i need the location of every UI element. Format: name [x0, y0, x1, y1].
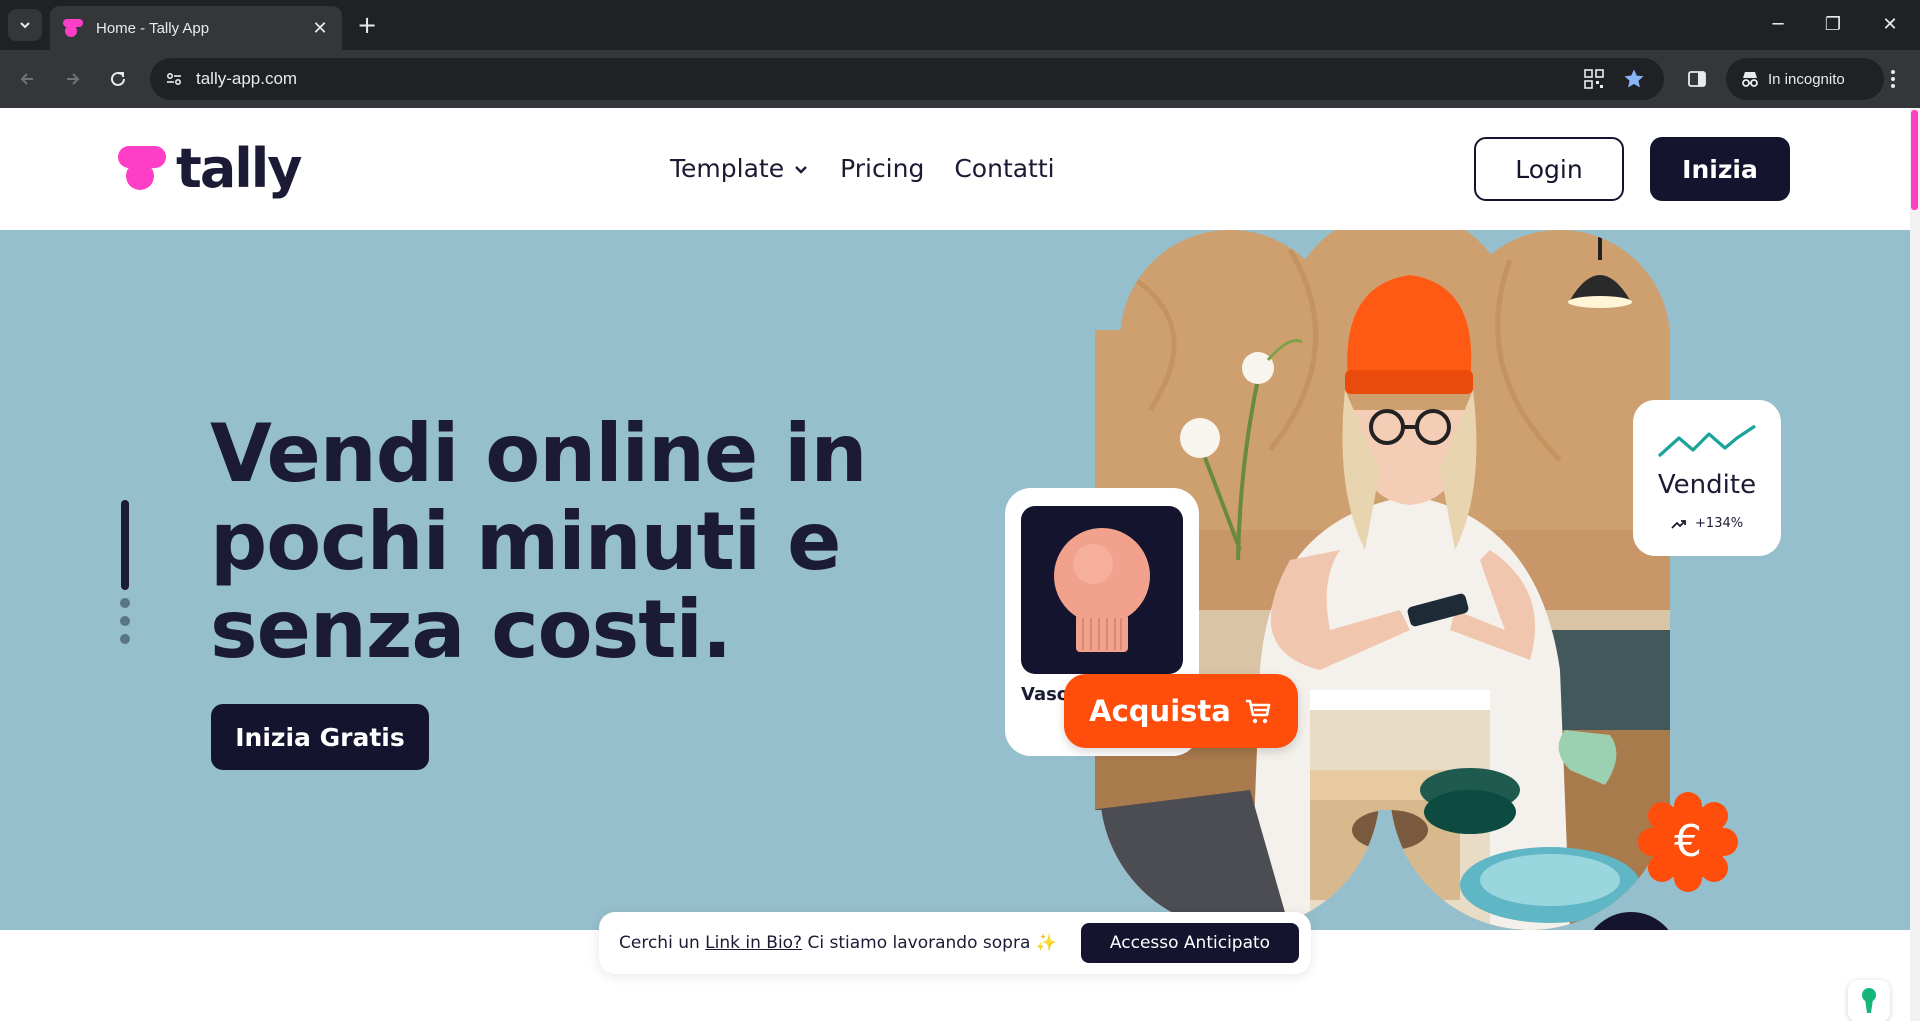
site-info-button[interactable] [160, 65, 188, 93]
close-window-button[interactable]: ✕ [1870, 8, 1910, 40]
hero-section: Vendi online in pochi minuti e senza cos… [0, 230, 1910, 930]
incognito-icon [1742, 72, 1758, 87]
keyhole-icon [1862, 988, 1876, 1013]
nav-template-label: Template [670, 154, 785, 183]
sales-card-delta: +134% [1633, 516, 1781, 531]
tally-logo-icon [118, 146, 166, 190]
page-scrollbar[interactable] [1910, 108, 1920, 1021]
sales-delta-value: +134% [1695, 516, 1744, 531]
buy-button[interactable]: Acquista [1064, 674, 1298, 748]
sales-card: Vendite +134% [1633, 400, 1781, 556]
restore-button[interactable]: ❐ [1813, 8, 1853, 40]
browser-toolbar: tally-app.com In incognito [0, 50, 1920, 108]
main-nav: Template Pricing Contatti [670, 154, 1055, 183]
cart-icon [1245, 699, 1271, 724]
minimize-button[interactable]: ─ [1758, 8, 1798, 40]
browser-tab[interactable]: Home - Tally App ✕ [50, 6, 342, 50]
browser-tab-bar: Home - Tally App ✕ + ─ ❐ ✕ [0, 0, 1920, 50]
forward-button[interactable] [58, 64, 88, 94]
qr-code-icon[interactable] [1582, 67, 1606, 91]
slide-indicator-dot[interactable] [120, 598, 130, 608]
page-viewport: tally Template Pricing Contatti Login In… [0, 108, 1910, 1021]
nav-pricing[interactable]: Pricing [840, 154, 924, 183]
euro-symbol: € [1674, 816, 1702, 867]
slide-indicator-dot[interactable] [120, 616, 130, 626]
login-button[interactable]: Login [1474, 137, 1624, 201]
tab-close-icon[interactable]: ✕ [310, 18, 330, 39]
reload-icon [111, 71, 125, 86]
scrollbar-thumb[interactable] [1911, 110, 1918, 210]
chevron-down-icon [795, 165, 807, 174]
logo-wordmark: tally [176, 137, 302, 200]
nav-contatti[interactable]: Contatti [954, 154, 1054, 183]
forward-icon [67, 73, 80, 85]
new-tab-button[interactable]: + [352, 10, 382, 40]
sales-card-label: Vendite [1657, 470, 1757, 500]
link-in-bio-link[interactable]: Link in Bio? [705, 933, 802, 953]
banner-text: Cerchi un Link in Bio? Ci stiamo lavoran… [619, 933, 1057, 953]
tab-search-icon [20, 22, 30, 29]
slide-indicator [120, 500, 130, 644]
early-access-button[interactable]: Accesso Anticipato [1081, 923, 1299, 963]
banner-text-before: Cerchi un [619, 933, 706, 953]
tally-logo[interactable]: tally [118, 137, 302, 200]
incognito-indicator[interactable]: In incognito [1726, 58, 1884, 100]
incognito-label: In incognito [1768, 70, 1845, 88]
back-button[interactable] [12, 64, 42, 94]
sales-trend-icon [1657, 424, 1756, 458]
site-header: tally Template Pricing Contatti Login In… [0, 108, 1910, 230]
slide-indicator-dot[interactable] [120, 634, 130, 644]
vase-image [1021, 506, 1183, 674]
trend-up-icon [1671, 519, 1686, 529]
start-button[interactable]: Inizia [1650, 137, 1790, 201]
slide-indicator-active[interactable] [121, 500, 129, 590]
hero-headline: Vendi online in pochi minuti e senza cos… [210, 407, 867, 676]
tab-search-button[interactable] [8, 9, 42, 41]
kebab-menu-icon[interactable] [1878, 64, 1908, 94]
side-panel-icon[interactable] [1682, 64, 1712, 94]
reload-button[interactable] [103, 64, 133, 94]
euro-badge: € [1636, 790, 1740, 894]
url-text[interactable]: tally-app.com [196, 69, 297, 89]
tally-favicon-icon [62, 17, 84, 39]
address-bar[interactable]: tally-app.com [150, 58, 1664, 100]
buy-button-label: Acquista [1089, 694, 1231, 728]
nav-template[interactable]: Template [670, 154, 810, 183]
keyhole-widget-button[interactable] [1848, 980, 1890, 1021]
site-info-icon [166, 72, 182, 86]
banner-text-after: Ci stiamo lavorando sopra ✨ [802, 933, 1057, 953]
tab-title: Home - Tally App [96, 19, 210, 37]
back-icon [20, 73, 33, 85]
early-access-banner: Cerchi un Link in Bio? Ci stiamo lavoran… [599, 912, 1311, 974]
bookmark-star-icon[interactable] [1622, 67, 1646, 91]
start-free-button[interactable]: Inizia Gratis [211, 704, 429, 770]
